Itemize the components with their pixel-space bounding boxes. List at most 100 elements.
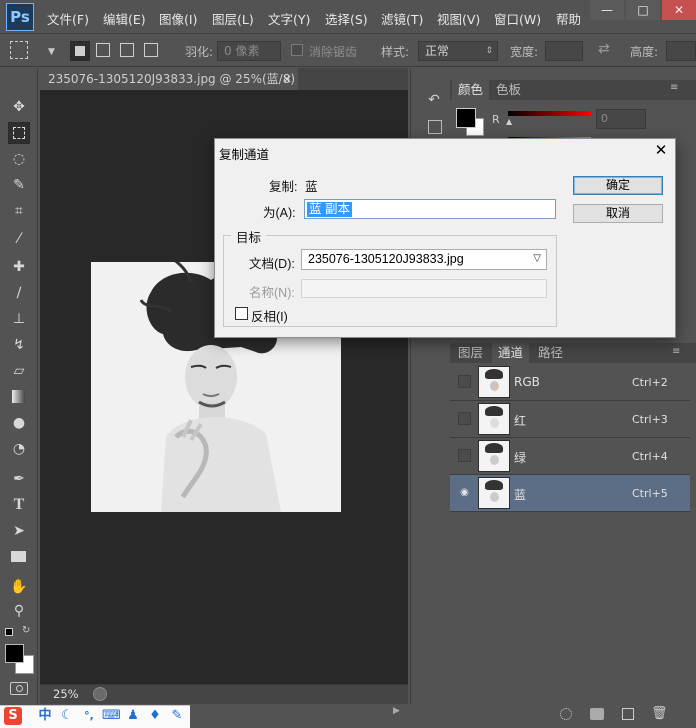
channel-row-red[interactable]: 红 Ctrl+3	[450, 401, 690, 438]
channel-row-green[interactable]: 绿 Ctrl+4	[450, 438, 690, 475]
marquee-preset-icon[interactable]	[10, 41, 28, 59]
wrench-icon[interactable]: ✎	[168, 707, 186, 725]
r-value-input[interactable]: 0	[596, 109, 646, 129]
document-label: 文档(D):	[249, 257, 295, 271]
visibility-toggle[interactable]	[458, 412, 471, 425]
trash-icon[interactable]: 🗑	[651, 706, 668, 721]
punctuation-icon[interactable]: °,	[80, 707, 98, 725]
rectangle-tool-icon[interactable]	[8, 546, 30, 568]
chevron-down-icon[interactable]: ▼	[48, 47, 55, 57]
menu-layer[interactable]: 图层(L)	[212, 9, 254, 28]
skin-icon[interactable]: ♦	[146, 707, 164, 725]
default-colors-icon[interactable]	[5, 628, 13, 636]
clone-stamp-tool-icon[interactable]: ⊥	[8, 308, 30, 330]
close-icon[interactable]: ✕	[652, 142, 670, 160]
lasso-tool-icon[interactable]: ◌	[8, 148, 30, 170]
r-slider[interactable]	[508, 111, 591, 116]
channels-menu-icon[interactable]: ≡	[672, 346, 680, 357]
intersect-selection-icon[interactable]	[144, 43, 158, 57]
path-select-tool-icon[interactable]: ➤	[8, 520, 30, 542]
dodge-tool-icon[interactable]: ◔	[8, 438, 30, 460]
height-label: 高度:	[630, 45, 659, 59]
minimize-button[interactable]: —	[590, 0, 624, 20]
eraser-tool-icon[interactable]: ▱	[8, 360, 30, 382]
channel-row-blue[interactable]: ◉ 蓝 Ctrl+5	[450, 475, 690, 512]
close-tab-icon[interactable]: ×	[282, 68, 292, 90]
ime-language[interactable]: 中	[36, 707, 54, 725]
document-tab[interactable]: 235076-1305120J93833.jpg @ 25%(蓝/8) ×	[40, 68, 298, 90]
menu-select[interactable]: 选择(S)	[325, 9, 368, 28]
sogou-logo-icon[interactable]: S	[4, 707, 22, 725]
ok-button[interactable]: 确定	[573, 176, 663, 195]
menu-file[interactable]: 文件(F)	[47, 9, 89, 28]
eyedropper-tool-icon[interactable]: ⁄	[8, 228, 30, 250]
maximize-button[interactable]: □	[626, 0, 660, 20]
feather-input[interactable]: 0 像素	[217, 41, 281, 61]
tab-paths[interactable]: 路径	[532, 343, 569, 363]
pen-tool-icon[interactable]: ✒	[8, 468, 30, 490]
tab-layers[interactable]: 图层	[452, 343, 489, 363]
type-tool-icon[interactable]: T	[8, 494, 30, 516]
menu-type[interactable]: 文字(Y)	[268, 9, 310, 28]
visibility-toggle[interactable]	[458, 375, 471, 388]
document-select[interactable]: 235076-1305120J93833.jpg ▽	[301, 249, 547, 270]
invert-checkbox[interactable]	[235, 307, 248, 320]
style-select[interactable]: 正常 ⇕	[418, 41, 498, 61]
menu-window[interactable]: 窗口(W)	[494, 9, 541, 28]
color-fg-swatch[interactable]	[456, 108, 476, 128]
channel-shortcut: Ctrl+3	[632, 413, 668, 426]
menu-edit[interactable]: 编辑(E)	[103, 9, 146, 28]
gradient-tool-icon[interactable]	[8, 386, 30, 408]
r-slider-thumb[interactable]: ▲	[506, 117, 512, 126]
quick-mask-icon[interactable]	[10, 682, 28, 695]
load-selection-icon[interactable]	[560, 708, 572, 720]
width-input[interactable]	[545, 41, 583, 61]
foreground-color-swatch[interactable]	[5, 644, 24, 663]
hand-tool-icon[interactable]: ✋	[8, 576, 30, 598]
tab-channels[interactable]: 通道	[492, 343, 530, 363]
status-info-icon[interactable]	[93, 687, 107, 701]
swap-icon[interactable]: ⇄	[598, 41, 610, 57]
new-channel-icon[interactable]	[622, 708, 634, 720]
save-selection-icon[interactable]	[590, 708, 604, 720]
tab-swatches[interactable]: 色板	[490, 80, 527, 100]
quick-select-tool-icon[interactable]: ✎	[8, 174, 30, 196]
zoom-tool-icon[interactable]: ⚲	[8, 600, 30, 622]
new-selection-icon[interactable]	[70, 41, 90, 61]
antialias-checkbox[interactable]	[291, 44, 303, 56]
move-tool-icon[interactable]: ✥	[8, 96, 30, 118]
as-label: 为(A):	[263, 206, 296, 220]
as-input-value: 蓝 副本	[307, 202, 352, 217]
cancel-button[interactable]: 取消	[573, 204, 663, 223]
channel-row-rgb[interactable]: RGB Ctrl+2	[450, 364, 690, 401]
crop-tool-icon[interactable]: ⌗	[8, 200, 30, 222]
actions-panel-icon[interactable]	[428, 120, 442, 134]
tab-color[interactable]: 颜色	[452, 80, 490, 100]
menu-help[interactable]: 帮助	[556, 9, 581, 28]
blur-tool-icon[interactable]: ●	[8, 412, 30, 434]
name-input[interactable]	[301, 279, 547, 298]
marquee-tool-icon[interactable]	[8, 122, 30, 144]
as-input[interactable]: 蓝 副本	[304, 199, 556, 219]
history-panel-icon[interactable]: ↶	[424, 92, 444, 112]
subtract-selection-icon[interactable]	[120, 43, 134, 57]
menu-view[interactable]: 视图(V)	[437, 9, 480, 28]
menu-image[interactable]: 图像(I)	[159, 9, 197, 28]
r-label: R	[492, 113, 500, 126]
history-brush-tool-icon[interactable]: ↯	[8, 334, 30, 356]
zoom-level[interactable]: 25%	[53, 687, 79, 701]
scroll-right-icon[interactable]: ▶	[393, 706, 400, 716]
moon-icon[interactable]: ☾	[58, 707, 76, 725]
healing-brush-tool-icon[interactable]: ✚	[8, 256, 30, 278]
add-selection-icon[interactable]	[96, 43, 110, 57]
menu-filter[interactable]: 滤镜(T)	[381, 9, 423, 28]
user-icon[interactable]: ♟	[124, 707, 142, 725]
keyboard-icon[interactable]: ⌨	[102, 707, 121, 725]
close-window-button[interactable]: ✕	[662, 0, 696, 20]
height-input[interactable]	[666, 41, 696, 61]
eye-icon[interactable]: ◉	[458, 486, 471, 499]
swap-colors-icon[interactable]: ↻	[22, 625, 30, 636]
panel-menu-icon[interactable]: ≡	[670, 82, 678, 93]
visibility-toggle[interactable]	[458, 449, 471, 462]
brush-tool-icon[interactable]: ∕	[8, 282, 30, 304]
